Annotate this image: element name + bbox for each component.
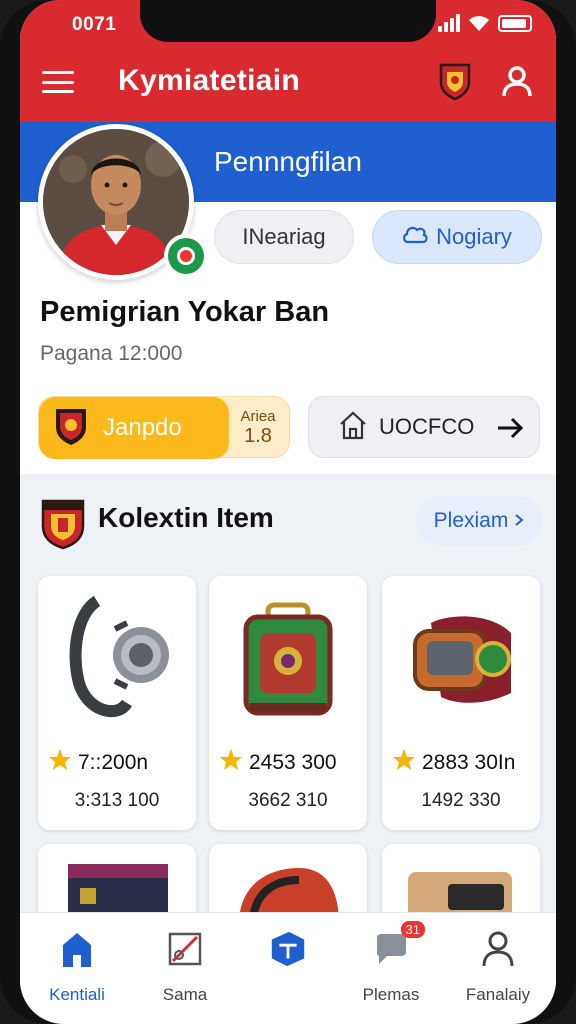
nav-item-profile[interactable]: Fanalaiy bbox=[448, 927, 548, 1007]
menu-icon[interactable] bbox=[42, 68, 74, 96]
nav-label-sama: Sama bbox=[162, 985, 208, 1004]
app-bar: Kymiatetiain bbox=[20, 48, 556, 122]
gadget-icon bbox=[392, 588, 530, 728]
voucher-button[interactable]: UOCFCO bbox=[308, 396, 540, 458]
house-icon bbox=[339, 410, 367, 445]
shield-icon bbox=[53, 406, 89, 451]
item-price: 2883 30In bbox=[392, 748, 515, 778]
pitch-icon bbox=[165, 927, 205, 971]
verified-badge-icon bbox=[164, 234, 208, 278]
profile-subtitle: Pagana 12:000 bbox=[40, 342, 183, 365]
collection-crest-icon bbox=[40, 498, 86, 555]
nav-label-messages: Plemas bbox=[362, 985, 420, 1004]
nav-item-store[interactable] bbox=[238, 927, 338, 1007]
status-icons bbox=[438, 14, 532, 32]
store-icon bbox=[268, 927, 308, 971]
item-subvalue: 1492 330 bbox=[421, 790, 501, 811]
home-icon bbox=[57, 927, 97, 971]
collection-title: Kolextin Item bbox=[98, 502, 274, 533]
backpack-icon bbox=[219, 588, 357, 728]
status-time: 0071 bbox=[72, 14, 117, 35]
action-row: Janpdo Ariea 1.8 UOCFCO bbox=[38, 396, 540, 460]
join-main[interactable]: Janpdo bbox=[39, 397, 229, 459]
join-side-top: Ariea bbox=[240, 408, 276, 425]
arrow-right-icon bbox=[495, 413, 525, 448]
item-subvalue: 3:313 100 bbox=[74, 790, 160, 811]
star-icon bbox=[219, 748, 243, 778]
join-label: Janpdo bbox=[103, 414, 182, 441]
camera-notch bbox=[140, 0, 436, 42]
join-side-info: Ariea 1.8 bbox=[227, 397, 289, 459]
item-price-value: 7::200n bbox=[78, 751, 149, 774]
phone-frame: 0071 Kymiatetiain Pennngfilan INeariag N… bbox=[0, 0, 576, 1024]
notification-badge: 31 bbox=[400, 921, 425, 938]
screen: 0071 Kymiatetiain Pennngfilan INeariag N… bbox=[20, 0, 556, 1024]
cloud-icon bbox=[402, 224, 428, 250]
item-price-value: 2453 300 bbox=[249, 751, 337, 774]
follow-label: Nogiary bbox=[436, 224, 512, 249]
following-label: INeariag bbox=[242, 224, 326, 249]
collection-section: Kolextin Item Plexiam 7::200n 3:313 100 … bbox=[20, 474, 556, 924]
chat-icon: 31 bbox=[371, 921, 425, 971]
banner-title: Pennngfilan bbox=[214, 146, 362, 177]
signal-icon bbox=[438, 14, 460, 32]
item-price: 7::200n bbox=[48, 748, 148, 778]
premium-button[interactable]: Plexiam bbox=[416, 496, 542, 546]
join-side-bottom: 1.8 bbox=[244, 425, 272, 447]
follow-button[interactable]: Nogiary bbox=[372, 210, 542, 264]
nav-item-home[interactable]: Kentiali bbox=[27, 927, 127, 1007]
item-subvalue: 3662 310 bbox=[248, 790, 328, 811]
star-icon bbox=[392, 748, 416, 778]
profile-icon bbox=[478, 927, 518, 971]
smartwatch-icon bbox=[48, 588, 186, 728]
item-price-value: 2883 30In bbox=[422, 751, 516, 774]
chevron-right-icon bbox=[514, 509, 524, 533]
nav-label-home: Kentiali bbox=[49, 985, 105, 1004]
nav-item-sama[interactable]: Sama bbox=[135, 927, 235, 1007]
item-price: 2453 300 bbox=[219, 748, 337, 778]
wifi-icon bbox=[468, 14, 490, 32]
nav-item-messages[interactable]: 31 Plemas bbox=[341, 921, 441, 1007]
bottom-nav: Kentiali Sama 31 Plemas Fanalaiy bbox=[20, 912, 556, 1024]
battery-icon bbox=[498, 15, 532, 32]
premium-label: Plexiam bbox=[433, 509, 509, 532]
following-button[interactable]: INeariag bbox=[214, 210, 354, 264]
nav-label-profile: Fanalaiy bbox=[465, 985, 531, 1004]
join-button[interactable]: Janpdo Ariea 1.8 bbox=[38, 396, 290, 459]
voucher-label: UOCFCO bbox=[379, 414, 475, 439]
user-icon[interactable] bbox=[500, 64, 534, 98]
item-card[interactable]: 7::200n 3:313 100 bbox=[38, 576, 196, 830]
app-title: Kymiatetiain bbox=[118, 64, 300, 97]
item-card[interactable]: 2883 30In 1492 330 bbox=[382, 576, 540, 830]
profile-name: Pemigrian Yokar Ban bbox=[40, 296, 330, 328]
club-crest-icon[interactable] bbox=[438, 62, 472, 101]
item-card[interactable]: 2453 300 3662 310 bbox=[209, 576, 367, 830]
star-icon bbox=[48, 748, 72, 778]
